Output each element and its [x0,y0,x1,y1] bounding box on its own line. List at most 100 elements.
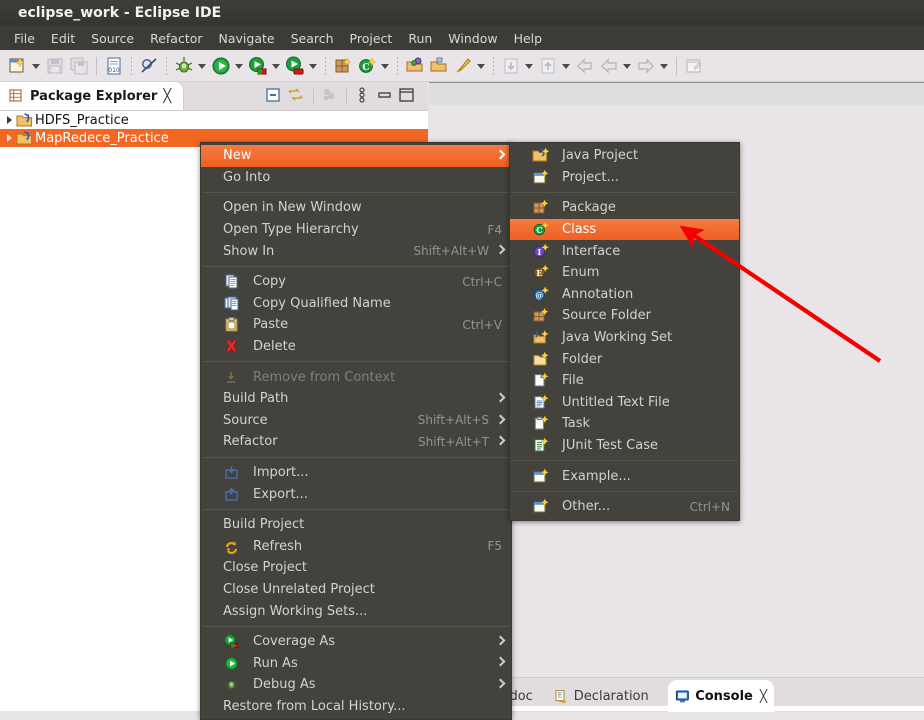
expand-arrow-icon[interactable] [4,132,16,144]
debug-dropdown-icon[interactable] [196,55,209,77]
paste-icon [223,316,245,333]
search-dropdown-icon[interactable] [475,55,488,77]
menu-item-refactor[interactable]: Refactor Shift+Alt+T [201,431,511,453]
submenu-arrow-icon [496,636,504,647]
menu-item-build-path[interactable]: Build Path [201,388,511,410]
open-task-icon[interactable] [428,55,450,77]
new-java-class-icon[interactable]: C [356,55,378,77]
menu-item-assign-working-sets[interactable]: Assign Working Sets... [201,600,511,622]
menu-item-copy-qualified-name[interactable]: Copy Qualified Name [201,293,511,315]
run-external-tools-icon[interactable] [284,55,306,77]
delete-icon [223,338,245,355]
menu-item-close-unrelated-project[interactable]: Close Unrelated Project [201,579,511,601]
coverage-dropdown-icon[interactable] [270,55,283,77]
new-java-class-dropdown-icon[interactable] [379,55,392,77]
menu-item-folder[interactable]: Folder [510,348,739,370]
menu-item-build-project[interactable]: Build Project [201,514,511,536]
console-icon [675,689,690,704]
menu-item-new[interactable]: New [201,145,511,167]
menu-item-label: Package [562,200,616,216]
menu-item-example[interactable]: Example... [510,465,739,487]
menu-item-label: Source Folder [562,308,651,324]
menu-item-enum[interactable]: E Enum [510,262,739,284]
menu-item-junit-test-case[interactable]: JUnit Test Case [510,435,739,457]
tree-item-hdfs_practice[interactable]: HDFS_Practice [0,111,428,129]
maximize-icon[interactable] [396,86,418,106]
menu-item-delete[interactable]: Delete [201,336,511,358]
menubar-item-file[interactable]: File [6,28,43,49]
new-wizard-icon[interactable] [7,55,29,77]
menu-item-open-type-hierarchy[interactable]: Open Type Hierarchy F4 [201,219,511,241]
menu-item-run-as[interactable]: Run As [201,652,511,674]
package-explorer-icon [8,88,24,104]
menu-item-restore-from-local-history[interactable]: Restore from Local History... [201,696,511,718]
menu-item-show-in[interactable]: Show In Shift+Alt+W [201,240,511,262]
toggle-breadcrumb-icon[interactable]: 010 [103,55,125,77]
menu-item-class[interactable]: C Class [510,218,739,241]
close-icon[interactable]: ╳ [760,689,767,703]
menu-item-shortcut: F5 [487,539,502,554]
menubar-item-search[interactable]: Search [283,28,342,49]
new-junit-test-case-icon [532,437,554,454]
minimize-icon[interactable] [374,86,396,106]
run-icon[interactable] [210,55,232,77]
menu-item-paste[interactable]: Paste Ctrl+V [201,314,511,336]
menubar-item-navigate[interactable]: Navigate [211,28,283,49]
menu-item-debug-as[interactable]: Debug As [201,674,511,696]
menu-item-source-folder[interactable]: Source Folder [510,305,739,327]
menu-item-interface[interactable]: I Interface [510,240,739,262]
menu-item-label: Untitled Text File [562,394,670,410]
close-icon[interactable]: ╳ [163,89,171,104]
menu-item-close-project[interactable]: Close Project [201,557,511,579]
run-external-tools-dropdown-icon[interactable] [307,55,320,77]
run-dropdown-icon[interactable] [233,55,246,77]
menubar-item-window[interactable]: Window [440,28,505,49]
menu-item-refresh[interactable]: Refresh F5 [201,536,511,558]
menubar-item-help[interactable]: Help [506,28,551,49]
menu-item-other[interactable]: Other... Ctrl+N [510,496,739,518]
menu-item-label: Assign Working Sets... [223,603,368,619]
menu-item-file[interactable]: File [510,370,739,392]
last-edit-location-icon [574,55,596,77]
view-menu-icon[interactable] [352,86,374,106]
menubar-item-edit[interactable]: Edit [43,28,83,49]
open-type-icon[interactable] [404,55,426,77]
expand-arrow-icon[interactable] [4,114,16,126]
menu-item-label: Open Type Hierarchy [223,222,359,238]
menubar-item-refactor[interactable]: Refactor [142,28,210,49]
collapse-all-icon[interactable] [264,86,286,106]
menu-item-package[interactable]: Package [510,197,739,219]
menu-item-export[interactable]: Export... [201,483,511,505]
menu-item-java-project[interactable]: Java Project [510,145,739,167]
new-wizard-dropdown-icon[interactable] [30,55,43,77]
menu-item-go-into[interactable]: Go Into [201,167,511,189]
debug-icon[interactable] [173,55,195,77]
menubar-item-run[interactable]: Run [400,28,440,49]
menu-item-label: Open in New Window [223,200,362,216]
link-with-editor-icon[interactable] [286,86,308,106]
menu-item-task[interactable]: Task [510,413,739,435]
coverage-icon[interactable] [247,55,269,77]
menu-item-java-working-set[interactable]: Java Working Set [510,327,739,349]
tab-package-explorer[interactable]: Package Explorer ╳ [0,82,185,110]
menu-item-annotation[interactable]: @ Annotation [510,284,739,306]
menu-separator [203,192,509,194]
menubar-item-project[interactable]: Project [342,28,401,49]
menu-item-open-in-new-window[interactable]: Open in New Window [201,197,511,219]
submenu-arrow-icon [496,150,504,161]
skip-all-breakpoints-icon[interactable] [138,55,160,77]
new-editor-icon[interactable] [683,55,705,77]
menubar-item-source[interactable]: Source [83,28,142,49]
menu-item-project[interactable]: Project... [510,167,739,189]
menu-item-coverage-as[interactable]: Coverage As [201,631,511,653]
menu-item-source[interactable]: Source Shift+Alt+S [201,410,511,432]
new-java-package-icon[interactable] [332,55,354,77]
menu-item-copy[interactable]: Copy Ctrl+C [201,271,511,293]
main-toolbar: 010 C [0,50,924,82]
menu-item-label: Source [223,412,268,428]
menu-item-untitled-text-file[interactable]: Untitled Text File [510,392,739,414]
menu-separator [203,625,509,627]
search-icon[interactable] [452,55,474,77]
menu-item-label: Run As [253,655,298,671]
menu-item-import[interactable]: Import... [201,462,511,484]
